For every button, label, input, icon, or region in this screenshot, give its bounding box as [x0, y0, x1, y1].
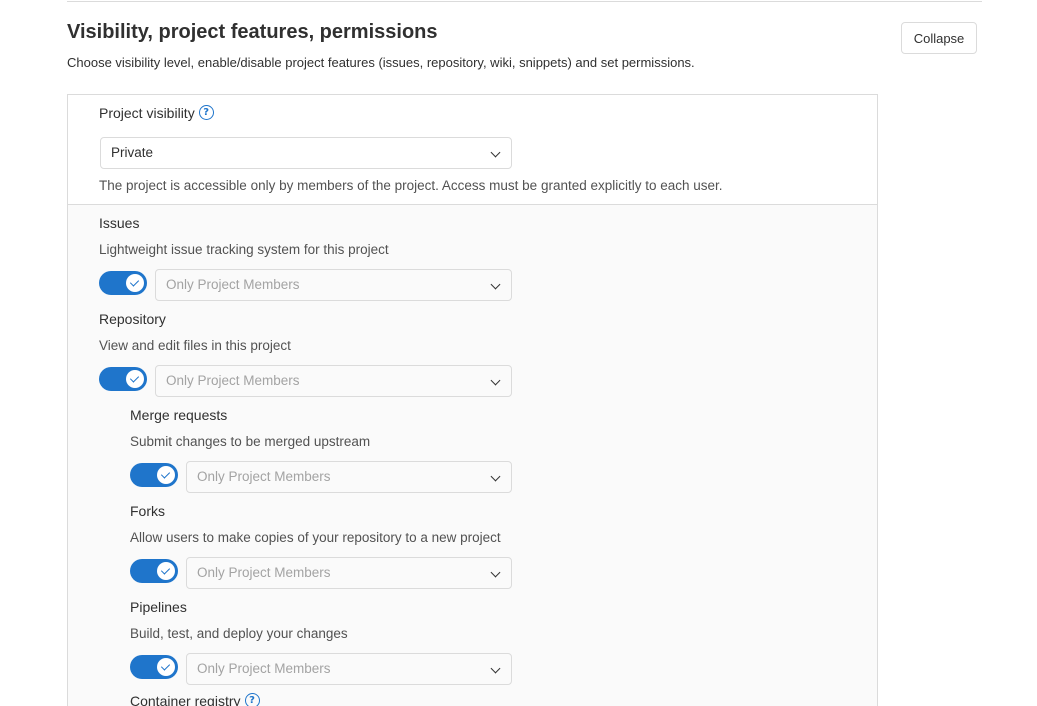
toggle-knob — [157, 658, 175, 676]
repository-access-select[interactable]: Only Project Members — [155, 365, 512, 397]
collapse-button[interactable]: Collapse — [901, 22, 977, 54]
toggle-knob — [126, 370, 144, 388]
pipelines-description: Build, test, and deploy your changes — [130, 626, 348, 641]
forks-access-value: Only Project Members — [197, 565, 331, 580]
pipelines-access-value: Only Project Members — [197, 661, 331, 676]
settings-panel: Project visibility? Private The project … — [67, 94, 878, 706]
repository-toggle[interactable] — [99, 367, 147, 391]
container-registry-label: Container registry? — [130, 693, 260, 706]
project-visibility-value: Private — [111, 145, 154, 160]
issues-label: Issues — [99, 215, 140, 231]
pipelines-toggle[interactable] — [130, 655, 178, 679]
toggle-knob — [157, 466, 175, 484]
pipelines-access-select[interactable]: Only Project Members — [186, 653, 512, 685]
repository-access-value: Only Project Members — [166, 373, 300, 388]
section-title: Visibility, project features, permission… — [67, 21, 438, 43]
forks-access-select[interactable]: Only Project Members — [186, 557, 512, 589]
merge-requests-access-value: Only Project Members — [197, 469, 331, 484]
check-icon — [160, 469, 171, 479]
issues-description: Lightweight issue tracking system for th… — [99, 242, 389, 257]
project-visibility-label: Project visibility? — [99, 105, 214, 121]
merge-requests-label: Merge requests — [130, 407, 228, 423]
chevron-down-icon — [490, 567, 501, 578]
project-visibility-label-text: Project visibility — [99, 105, 195, 121]
merge-requests-description: Submit changes to be merged upstream — [130, 434, 371, 449]
section-divider — [67, 1, 982, 2]
issues-toggle[interactable] — [99, 271, 147, 295]
project-visibility-description: The project is accessible only by member… — [99, 178, 723, 193]
forks-label: Forks — [130, 503, 165, 519]
forks-toggle[interactable] — [130, 559, 178, 583]
issues-access-select[interactable]: Only Project Members — [155, 269, 512, 301]
check-icon — [129, 277, 140, 287]
merge-requests-access-select[interactable]: Only Project Members — [186, 461, 512, 493]
toggle-knob — [126, 274, 144, 292]
project-visibility-block: Project visibility? Private The project … — [68, 95, 877, 205]
merge-requests-toggle[interactable] — [130, 463, 178, 487]
pipelines-label: Pipelines — [130, 599, 187, 615]
forks-description: Allow users to make copies of your repos… — [130, 530, 501, 545]
settings-page: Visibility, project features, permission… — [0, 0, 1037, 706]
check-icon — [160, 661, 171, 671]
question-circle-icon[interactable]: ? — [244, 693, 260, 706]
check-icon — [129, 373, 140, 383]
chevron-down-icon — [490, 375, 501, 386]
chevron-down-icon — [490, 471, 501, 482]
issues-access-value: Only Project Members — [166, 277, 300, 292]
chevron-down-icon — [490, 147, 501, 158]
question-circle-icon[interactable]: ? — [198, 105, 214, 121]
chevron-down-icon — [490, 663, 501, 674]
project-visibility-select[interactable]: Private — [100, 137, 512, 169]
repository-description: View and edit files in this project — [99, 338, 291, 353]
repository-label: Repository — [99, 311, 166, 327]
section-description: Choose visibility level, enable/disable … — [67, 55, 695, 70]
chevron-down-icon — [490, 279, 501, 290]
check-icon — [160, 565, 171, 575]
toggle-knob — [157, 562, 175, 580]
container-registry-label-text: Container registry — [130, 693, 241, 706]
